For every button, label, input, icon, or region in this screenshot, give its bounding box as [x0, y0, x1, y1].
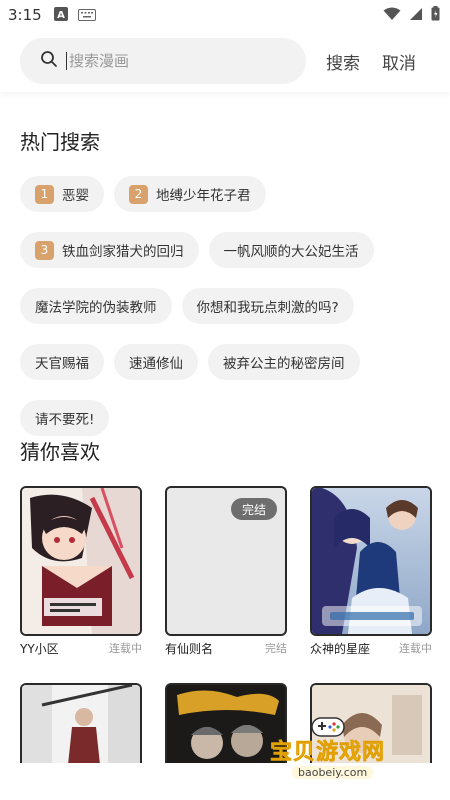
hot-tag-label: 一帆风顺的大公妃生活 [223, 244, 359, 260]
text-cursor [66, 52, 67, 70]
hot-tag-label: 铁血剑家猎犬的回归 [62, 244, 184, 260]
rank-badge: 3 [35, 240, 54, 260]
hot-tag-label: 被弃公主的秘密房间 [223, 356, 345, 372]
a-notification-icon: A [53, 6, 68, 25]
comic-card[interactable]: YY小区 连载中 [20, 486, 142, 660]
search-icon [40, 50, 58, 72]
cancel-button[interactable]: 取消 [382, 49, 416, 74]
comic-status: 完结 [265, 642, 287, 655]
comic-card[interactable]: 完结 有仙则名 完结 [165, 486, 287, 660]
hot-tag-label: 恶婴 [62, 188, 89, 204]
hot-tag[interactable]: 被弃公主的秘密房间 [208, 344, 360, 380]
hot-tag-label: 天官赐福 [35, 356, 89, 372]
comic-card[interactable] [165, 683, 287, 763]
keyboard-icon [77, 6, 96, 25]
hot-tag[interactable]: 3 铁血剑家猎犬的回归 [20, 232, 199, 268]
hot-tag[interactable]: 魔法学院的伪装教师 [20, 288, 172, 324]
rank-badge: 1 [35, 184, 54, 204]
comic-title: 有仙则名 [165, 641, 214, 656]
hot-tag[interactable]: 2 地缚少年花子君 [114, 176, 266, 212]
comic-grid: YY小区 连载中 完结 有仙则名 完结 众神的星座 连载中 [20, 486, 432, 660]
cellular-signal-icon [409, 6, 423, 25]
completed-badge: 完结 [230, 498, 277, 520]
hot-tag-label: 速通修仙 [129, 356, 183, 372]
comic-title: YY小区 [20, 641, 59, 656]
wifi-icon [383, 6, 401, 25]
search-input[interactable] [69, 52, 289, 70]
guess-you-like-title: 猜你喜欢 [20, 440, 100, 464]
comic-status: 连载中 [399, 642, 432, 655]
comic-card[interactable] [20, 683, 142, 763]
comic-card[interactable]: 众神的星座 连载中 [310, 486, 432, 660]
hot-tag[interactable]: 1 恶婴 [20, 176, 104, 212]
search-box[interactable] [20, 38, 306, 84]
hot-search-title: 热门搜索 [20, 130, 100, 154]
comic-status: 连载中 [109, 642, 142, 655]
comic-cover-placeholder: 完结 [165, 486, 287, 636]
hot-tag[interactable]: 你想和我玩点刺激的吗? [181, 288, 354, 324]
comic-cover-image [310, 486, 432, 636]
comic-cover-image [165, 683, 287, 763]
hot-tag-label: 魔法学院的伪装教师 [35, 300, 157, 316]
watermark-text: 宝贝游戏网 [270, 740, 386, 766]
rank-badge: 2 [129, 184, 148, 204]
comic-cover-image [20, 683, 142, 763]
hot-search-tags: 1 恶婴 2 地缚少年花子君 3 铁血剑家猎犬的回归 一帆风顺的大公妃生活 魔法… [20, 176, 440, 436]
hot-tag[interactable]: 速通修仙 [114, 344, 198, 380]
hot-tag-label: 你想和我玩点刺激的吗? [196, 300, 339, 316]
status-bar: 3:15 A [0, 0, 450, 30]
hot-tag-label: 地缚少年花子君 [156, 188, 251, 204]
search-button[interactable]: 搜索 [326, 49, 360, 74]
comic-cover-image [20, 486, 142, 636]
watermark-url: baobeiy.com [292, 766, 374, 779]
svg-text:A: A [57, 10, 65, 21]
battery-icon [431, 5, 440, 25]
search-header: 搜索 取消 [0, 30, 450, 92]
hot-tag[interactable]: 请不要死! [20, 400, 110, 436]
status-time: 3:15 [8, 6, 42, 24]
site-watermark-logo: 宝贝游戏网 baobeiy.com [270, 712, 420, 782]
comic-title: 众神的星座 [310, 641, 371, 656]
hot-tag-label: 请不要死! [35, 412, 95, 428]
hot-tag[interactable]: 天官赐福 [20, 344, 104, 380]
hot-tag[interactable]: 一帆风顺的大公妃生活 [208, 232, 374, 268]
